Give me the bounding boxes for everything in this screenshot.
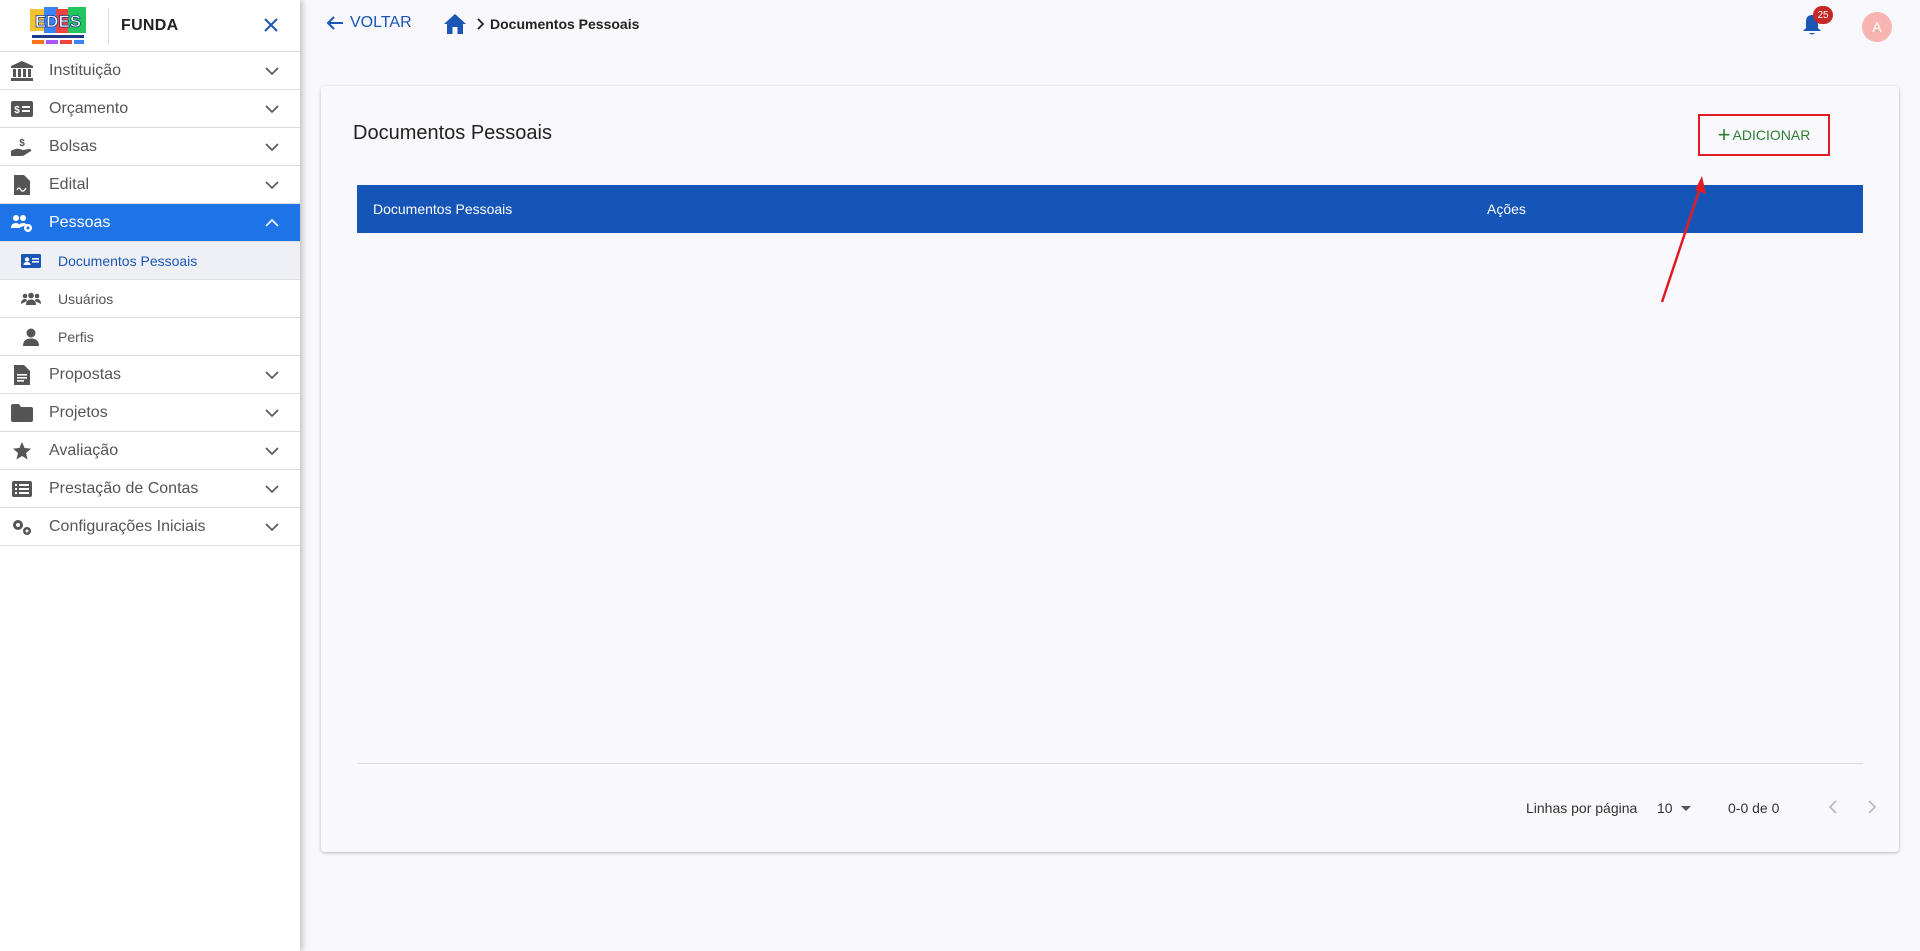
chevron-down-icon [265, 181, 279, 190]
user-icon [20, 327, 42, 347]
sidebar-item-label: Avaliação [49, 441, 119, 459]
sidebar-item-prestacao-de-contas[interactable]: Prestação de Contas [0, 470, 300, 508]
notification-badge: 25 [1813, 6, 1833, 24]
add-button[interactable]: + ADICIONAR [1698, 114, 1830, 156]
close-icon [264, 18, 278, 32]
chevron-down-icon [265, 523, 279, 532]
pagination-range: 0-0 de 0 [1728, 800, 1780, 816]
table-header: Documentos Pessoais Ações [357, 185, 1863, 233]
column-header-documentos: Documentos Pessoais [373, 201, 513, 217]
chevron-right-icon [1868, 800, 1877, 814]
next-page-button[interactable] [1860, 795, 1884, 819]
breadcrumb: Documentos Pessoais [444, 14, 639, 34]
sidebar-item-edital[interactable]: Edital [0, 166, 300, 204]
chevron-down-icon [265, 409, 279, 418]
chevron-down-icon [265, 105, 279, 114]
svg-text:EDES: EDES [35, 12, 81, 31]
brand-name: FUNDA [121, 16, 179, 34]
hand-coin-icon: $ [11, 136, 33, 158]
svg-text:$: $ [19, 138, 25, 149]
rows-per-page-label: Linhas por página [1526, 800, 1638, 816]
caret-down-icon [1680, 805, 1691, 811]
rows-per-page-select[interactable]: 10 [1657, 800, 1691, 816]
notifications-button[interactable]: 25 [1802, 6, 1833, 36]
add-button-label: ADICIONAR [1732, 127, 1811, 143]
id-card-icon [20, 251, 42, 271]
sidebar-item-label: Instituição [49, 61, 122, 79]
top-bar: VOLTAR Documentos Pessoais 25 A [300, 0, 1920, 52]
user-avatar[interactable]: A [1862, 12, 1892, 42]
back-button-label: VOLTAR [350, 14, 412, 31]
sidebar-item-label: Prestação de Contas [49, 479, 199, 497]
sidebar-item-label: Propostas [49, 365, 122, 383]
sidebar-item-pessoas[interactable]: Pessoas [0, 204, 300, 242]
people-gear-icon [11, 212, 33, 234]
svg-text:$: $ [14, 105, 20, 116]
documentos-pessoais-card: Documentos Pessoais + ADICIONAR Document… [321, 86, 1899, 852]
close-sidebar-button[interactable] [260, 14, 282, 36]
sidebar-subitem-label: Documentos Pessoais [58, 252, 198, 269]
sidebar-item-label: Projetos [49, 403, 108, 421]
chevron-down-icon [265, 371, 279, 380]
chevron-down-icon [265, 67, 279, 76]
sidebar-item-bolsas[interactable]: $ Bolsas [0, 128, 300, 166]
file-signature-icon [11, 174, 33, 196]
folder-icon [11, 402, 33, 424]
header-divider [108, 7, 109, 44]
plus-icon: + [1717, 122, 1731, 147]
home-icon[interactable] [444, 14, 466, 34]
sidebar-subitem-label: Usuários [58, 290, 114, 307]
sidebar-item-label: Pessoas [49, 213, 111, 231]
list-icon [11, 478, 33, 500]
document-icon [11, 364, 33, 386]
money-icon: $ [11, 98, 33, 120]
chevron-up-icon [265, 218, 279, 227]
sidebar-item-configuracoes-iniciais[interactable]: Configurações Iniciais [0, 508, 300, 546]
institution-logo: EDES [24, 3, 92, 49]
chevron-down-icon [265, 485, 279, 494]
sidebar-subitem-documentos-pessoais[interactable]: Documentos Pessoais [0, 242, 300, 280]
sidebar-item-propostas[interactable]: Propostas [0, 356, 300, 394]
sidebar: EDES FUNDA Instituição $ Orçamento $ Bol… [0, 0, 300, 951]
chevron-down-icon [265, 447, 279, 456]
previous-page-button[interactable] [1821, 795, 1845, 819]
sidebar-header: EDES FUNDA [0, 0, 300, 52]
sidebar-item-instituicao[interactable]: Instituição [0, 52, 300, 90]
sidebar-item-label: Edital [49, 175, 90, 193]
rows-per-page-value: 10 [1657, 800, 1673, 816]
table-footer-divider [357, 763, 1863, 764]
chevron-down-icon [265, 143, 279, 152]
page-title: Documentos Pessoais [353, 122, 552, 144]
sidebar-subitem-label: Perfis [58, 328, 94, 345]
gears-icon [11, 516, 33, 538]
back-button[interactable]: VOLTAR [326, 14, 412, 32]
sidebar-item-label: Configurações Iniciais [49, 517, 206, 535]
sidebar-item-orcamento[interactable]: $ Orçamento [0, 90, 300, 128]
sidebar-subitem-usuarios[interactable]: Usuários [0, 280, 300, 318]
sidebar-subitem-perfis[interactable]: Perfis [0, 318, 300, 356]
arrow-left-icon [326, 16, 343, 30]
sidebar-item-label: Bolsas [49, 137, 98, 155]
chevron-left-icon [1828, 800, 1837, 814]
users-icon [20, 289, 42, 309]
sidebar-item-avaliacao[interactable]: Avaliação [0, 432, 300, 470]
sidebar-item-projetos[interactable]: Projetos [0, 394, 300, 432]
breadcrumb-current: Documentos Pessoais [490, 16, 640, 32]
sidebar-item-label: Orçamento [49, 99, 129, 117]
chevron-right-icon [476, 18, 484, 30]
column-header-acoes: Ações [1487, 201, 1526, 217]
star-icon [11, 440, 33, 462]
bank-icon [11, 60, 33, 82]
